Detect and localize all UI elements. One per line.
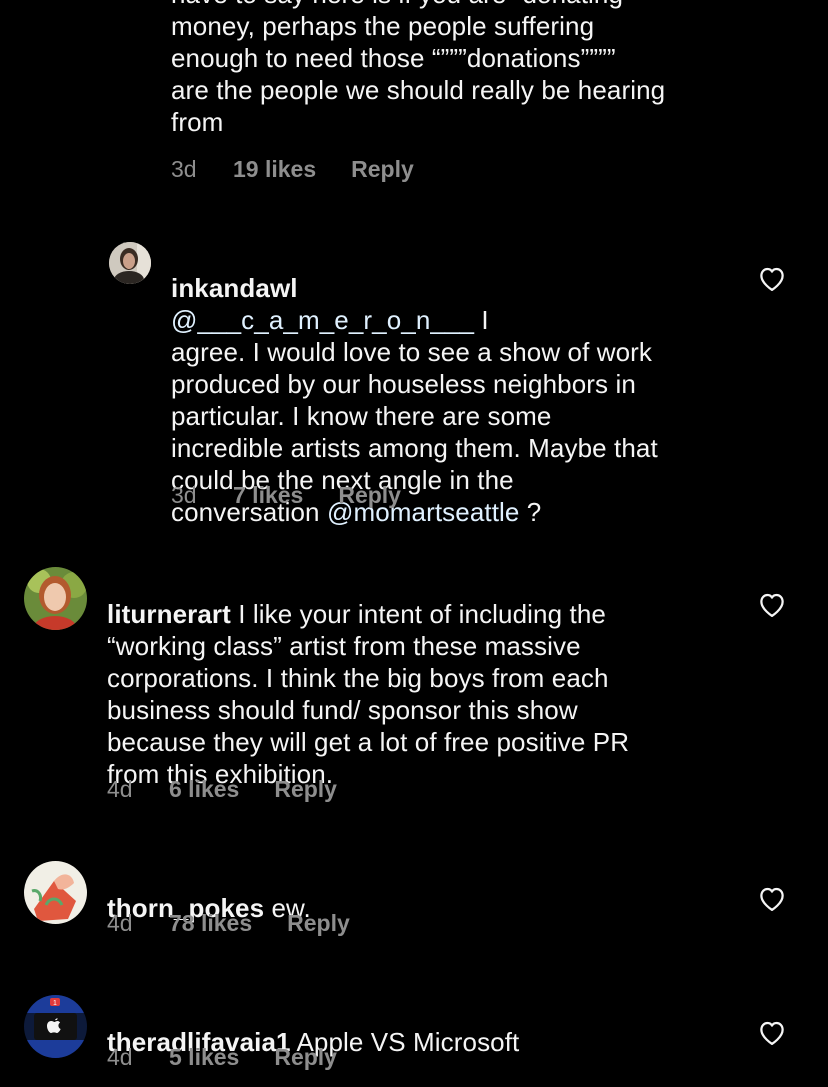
likes-count[interactable]: 78 likes (169, 910, 252, 937)
mention-link[interactable]: @___c_a_m_e_r_o_n___ (171, 305, 474, 335)
comment-text: liturnerart I like your intent of includ… (107, 566, 727, 790)
avatar-badge: 1 (53, 1000, 57, 1007)
comment-meta: 4d 6 likes Reply (107, 774, 337, 804)
comment-time: 3d (171, 155, 197, 182)
reply-button[interactable]: Reply (274, 1044, 337, 1071)
comment-text-fragment: ? (519, 497, 542, 527)
heart-outline-icon[interactable] (757, 590, 787, 618)
likes-count[interactable]: 6 likes (169, 776, 239, 803)
comment-meta: 3d 7 likes Reply (171, 480, 401, 510)
reply-button[interactable]: Reply (274, 776, 337, 803)
comment-time: 4d (107, 775, 133, 802)
heart-outline-icon[interactable] (757, 1018, 787, 1046)
comment-meta: 3d 19 likes Reply (171, 154, 414, 184)
likes-count[interactable]: 7 likes (233, 482, 303, 509)
comment-text-body: “working class” artist from these massiv… (107, 631, 630, 789)
comment-time: 3d (171, 481, 197, 508)
avatar[interactable] (24, 567, 87, 630)
reply-button[interactable]: Reply (338, 482, 401, 509)
comment-username[interactable]: liturnerart (107, 599, 231, 629)
likes-count[interactable]: 19 likes (233, 156, 316, 183)
comment-meta: 4d 78 likes Reply (107, 908, 350, 938)
avatar[interactable] (24, 861, 87, 924)
avatar[interactable]: 1 (24, 995, 87, 1058)
reply-button[interactable]: Reply (351, 156, 414, 183)
comment-meta: 4d 5 likes Reply (107, 1042, 337, 1072)
comment-time: 4d (107, 909, 133, 936)
heart-outline-icon[interactable] (757, 264, 787, 292)
likes-count[interactable]: 5 likes (169, 1044, 239, 1071)
avatar[interactable] (109, 242, 151, 284)
comment-text-fragment: I (474, 305, 489, 335)
comment-text-fragment: I like your intent of including the (230, 599, 606, 629)
reply-button[interactable]: Reply (287, 910, 350, 937)
heart-outline-icon[interactable] (757, 884, 787, 912)
comment-username[interactable]: inkandawl (171, 273, 298, 303)
comment-text: have to say here is if you are “donating… (171, 0, 666, 137)
comment-time: 4d (107, 1043, 133, 1070)
